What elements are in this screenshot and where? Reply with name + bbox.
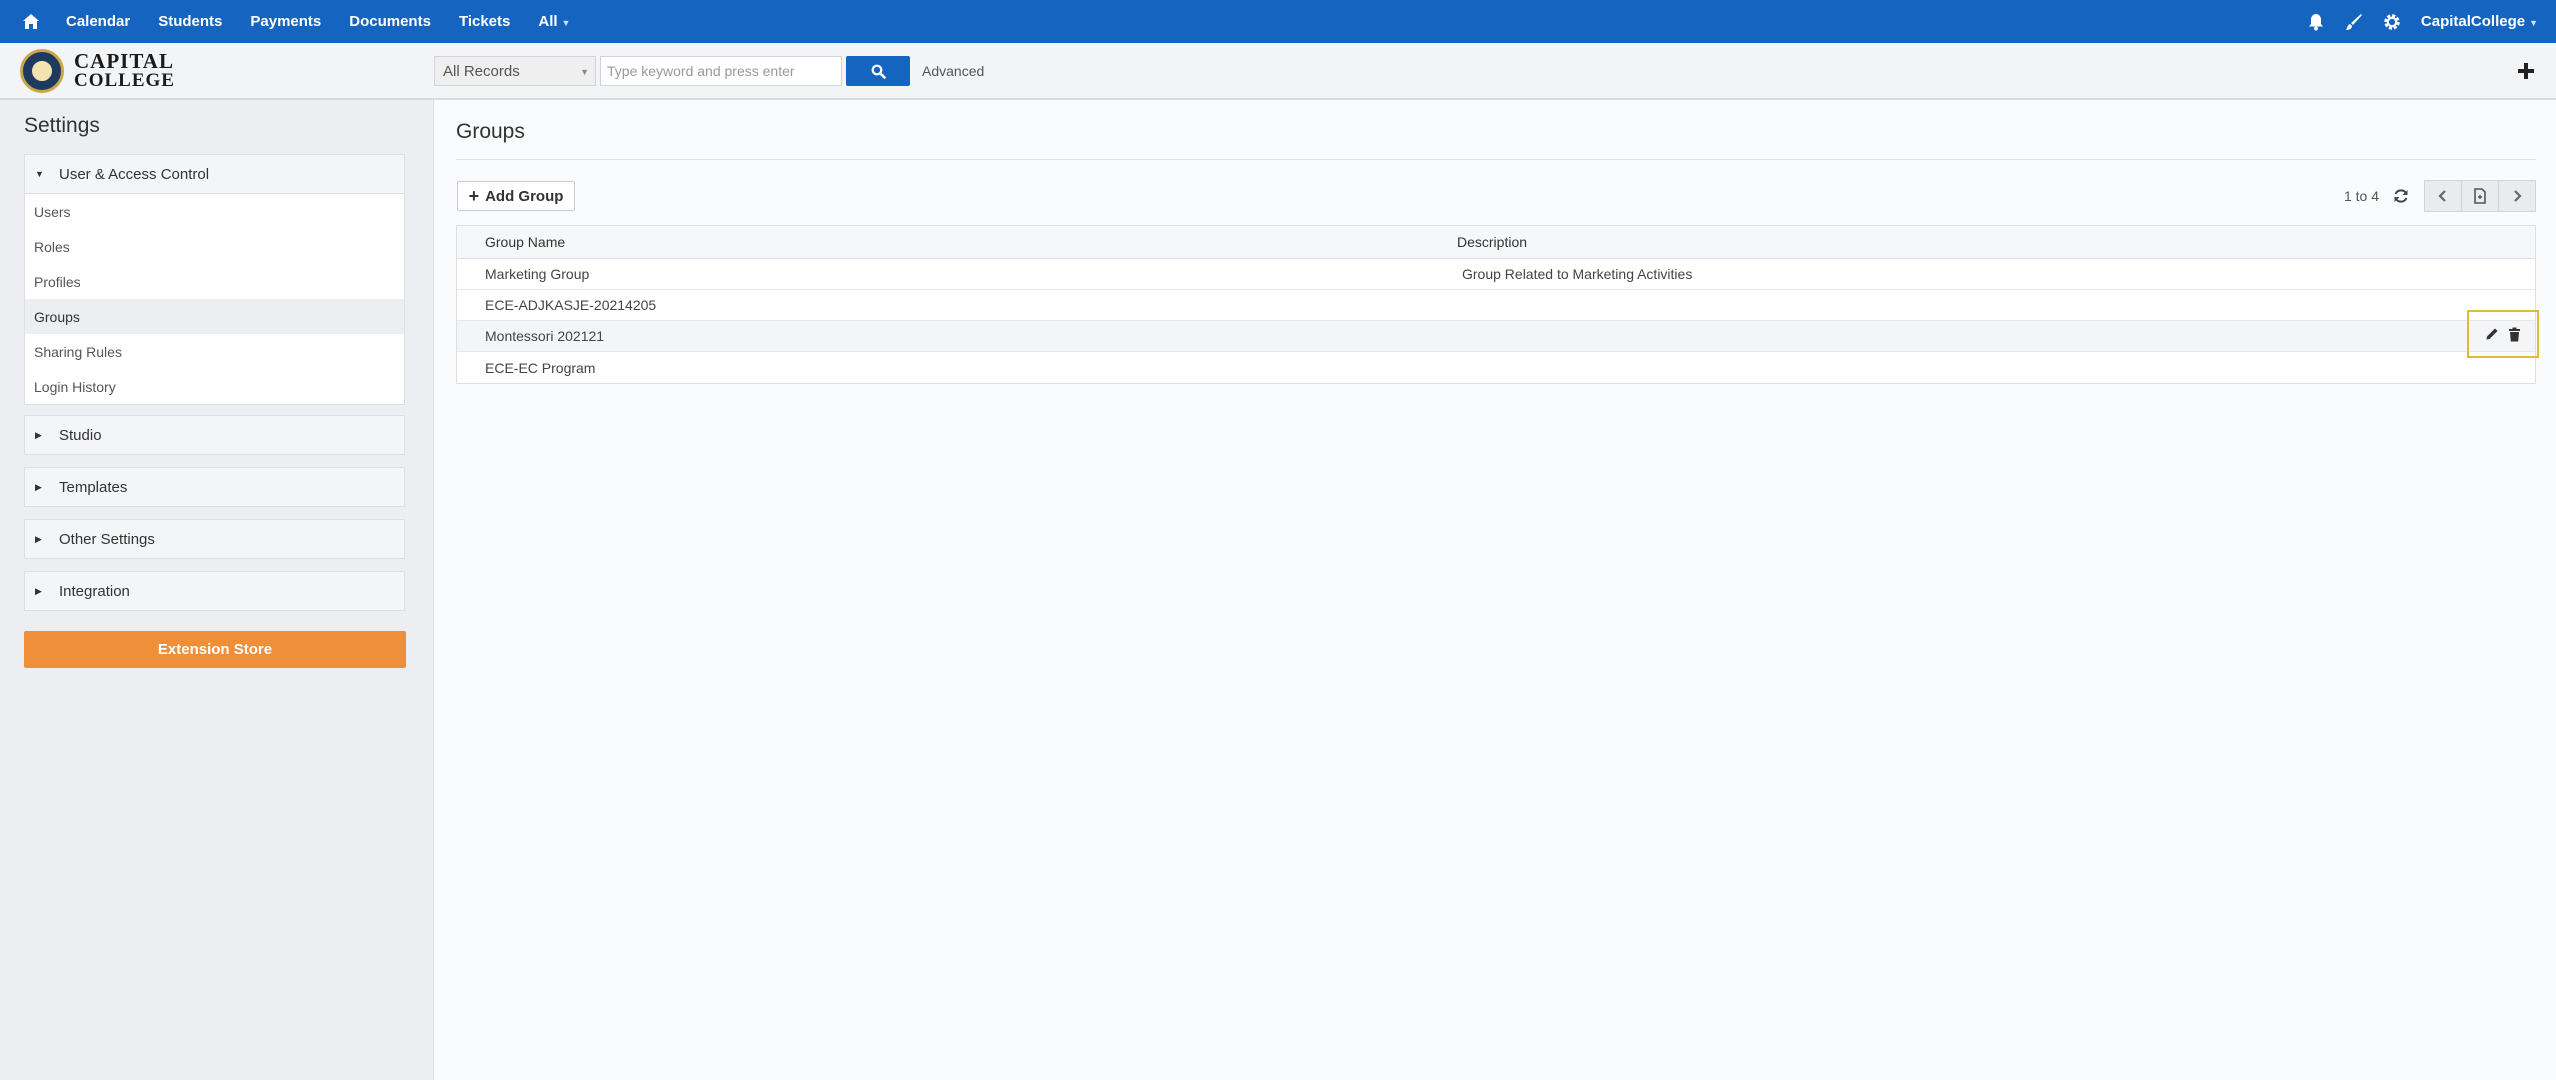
user-menu[interactable]: CapitalCollege ▼	[2421, 13, 2538, 30]
plus-icon: +	[468, 185, 480, 206]
record-type-value: All Records	[443, 62, 520, 80]
settings-sidebar: Settings ▼ User & Access Control Users R…	[0, 100, 434, 1080]
user-name: CapitalCollege	[2420, 13, 2526, 30]
quick-create-button[interactable]	[2510, 55, 2542, 87]
college-logo[interactable]: CAPITAL COLLEGE	[20, 49, 175, 93]
nav-students[interactable]: Students	[158, 13, 222, 30]
sidebar-item-users[interactable]: Users	[25, 194, 404, 229]
seal-icon	[20, 49, 64, 93]
nav-documents[interactable]: Documents	[349, 13, 431, 30]
column-header-description[interactable]: Description	[1457, 234, 2535, 250]
add-group-button[interactable]: + Add Group	[457, 181, 575, 211]
column-header-group-name[interactable]: Group Name	[457, 234, 1457, 250]
logo-line-1: CAPITAL	[74, 49, 174, 73]
extension-store-button[interactable]: Extension Store	[24, 631, 406, 668]
cell-description: Group Related to Marketing Activities	[1462, 266, 1693, 282]
nav-payments[interactable]: Payments	[250, 13, 321, 30]
table-row[interactable]: Montessori 202121	[457, 310, 2539, 358]
caret-right-icon: ▶	[35, 429, 42, 440]
trash-icon[interactable]	[2503, 323, 2525, 345]
section-header-other-settings[interactable]: ▶ Other Settings	[25, 520, 404, 558]
caret-right-icon: ▶	[35, 481, 42, 492]
logo-line-2: COLLEGE	[74, 70, 175, 91]
chevron-right-icon	[2514, 190, 2522, 202]
section-header-studio[interactable]: ▶ Studio	[25, 416, 404, 454]
cell-group-name: ECE-ADJKASJE-20214205	[485, 297, 657, 313]
page-jump-button[interactable]	[2461, 180, 2499, 212]
sidebar-item-roles[interactable]: Roles	[25, 229, 404, 264]
nav-all[interactable]: All ▼	[538, 13, 570, 30]
add-group-label: Add Group	[485, 187, 564, 205]
section-user-access-control: ▼ User & Access Control Users Roles Prof…	[24, 154, 405, 405]
table-row[interactable]: Marketing Group Group Related to Marketi…	[457, 259, 2535, 290]
refresh-icon[interactable]	[2389, 184, 2413, 208]
row-actions	[2467, 310, 2539, 358]
caret-right-icon: ▶	[35, 533, 42, 544]
section-label: Templates	[59, 478, 128, 496]
bell-icon[interactable]	[2301, 7, 2331, 37]
plus-icon	[2518, 63, 2534, 79]
section-label: User & Access Control	[59, 165, 210, 183]
table-row[interactable]: ECE-ADJKASJE-20214205	[457, 290, 2535, 321]
section-other-settings[interactable]: ▶ Other Settings	[24, 519, 405, 559]
topnav-right: CapitalCollege ▼	[2293, 0, 2538, 43]
section-label: Other Settings	[59, 530, 155, 548]
chevron-down-icon: ▼	[2529, 18, 2538, 28]
chevron-left-icon	[2438, 190, 2446, 202]
sidebar-title: Settings	[24, 114, 100, 137]
previous-page-button[interactable]	[2424, 180, 2462, 212]
section-studio[interactable]: ▶ Studio	[24, 415, 405, 455]
global-search: All Records ▼ Advanced	[434, 56, 984, 86]
sidebar-item-groups[interactable]: Groups	[25, 299, 404, 334]
search-icon	[871, 64, 886, 79]
groups-table: Group Name Description Marketing Group G…	[456, 225, 2539, 384]
search-button[interactable]	[846, 56, 910, 86]
header-bar: CAPITAL COLLEGE All Records ▼ Advanced	[0, 43, 2556, 100]
section-templates[interactable]: ▶ Templates	[24, 467, 405, 507]
section-header-integration[interactable]: ▶ Integration	[25, 572, 404, 610]
caret-down-icon: ▼	[35, 169, 44, 179]
cell-group-name: Montessori 202121	[485, 328, 605, 344]
nav-tickets[interactable]: Tickets	[459, 13, 510, 30]
section-items: Users Roles Profiles Groups Sharing Rule…	[25, 193, 404, 404]
brush-icon[interactable]	[2339, 7, 2369, 37]
search-input[interactable]	[600, 56, 842, 86]
section-integration[interactable]: ▶ Integration	[24, 571, 405, 611]
document-icon	[2474, 188, 2486, 204]
record-count: 1 to 4	[2343, 188, 2379, 204]
caret-right-icon: ▶	[35, 585, 42, 596]
pagination: 1 to 4	[2344, 180, 2536, 212]
gear-icon[interactable]	[2377, 7, 2407, 37]
cell-group-name: ECE-EC Program	[485, 359, 596, 376]
nav-calendar[interactable]: Calendar	[66, 13, 130, 30]
nav-all-label: All	[538, 13, 558, 30]
next-page-button[interactable]	[2498, 180, 2536, 212]
sidebar-item-sharing-rules[interactable]: Sharing Rules	[25, 334, 404, 369]
record-type-select[interactable]: All Records ▼	[434, 56, 596, 86]
table-row[interactable]: ECE-EC Program	[457, 352, 2535, 383]
sidebar-item-login-history[interactable]: Login History	[25, 369, 404, 404]
section-header-templates[interactable]: ▶ Templates	[25, 468, 404, 506]
title-divider	[456, 159, 2536, 160]
section-label: Studio	[59, 426, 102, 444]
main-menu: Calendar Students Payments Documents Tic…	[66, 13, 598, 30]
table-header: Group Name Description	[457, 226, 2535, 259]
section-header-user-access-control[interactable]: ▼ User & Access Control	[25, 155, 404, 193]
edit-icon[interactable]	[2481, 323, 2503, 345]
top-navbar: Calendar Students Payments Documents Tic…	[0, 0, 2556, 43]
chevron-down-icon: ▼	[561, 18, 571, 28]
advanced-search-link[interactable]: Advanced	[922, 63, 984, 79]
home-icon[interactable]	[16, 7, 46, 37]
section-label: Integration	[59, 582, 130, 600]
page-title: Groups	[456, 120, 525, 143]
cell-group-name: Marketing Group	[485, 266, 590, 282]
chevron-down-icon: ▼	[580, 67, 589, 77]
sidebar-item-profiles[interactable]: Profiles	[25, 264, 404, 299]
